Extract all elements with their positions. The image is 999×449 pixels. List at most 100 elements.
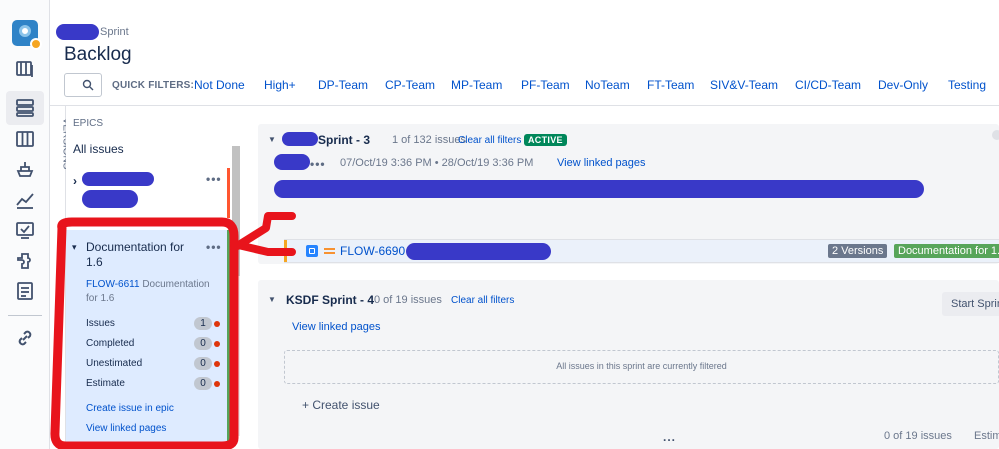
story-type-icon [306,245,318,257]
all-issues-item[interactable]: All issues [73,142,124,156]
sprint-footer-count: 0 of 19 issues [884,430,952,442]
status-dot-icon [214,361,220,367]
quick-filter-dp-team[interactable]: DP-Team [318,78,368,92]
components-icon[interactable] [14,250,36,272]
roadmap-icon[interactable] [14,58,36,80]
quick-filter-sivv-team[interactable]: SIV&V-Team [710,78,778,92]
stat-count-badge: 0 [194,377,212,390]
quick-filter-cicd-team[interactable]: CI/CD-Team [795,78,861,92]
redacted-sprint-goal [274,154,310,170]
stat-label: Completed [86,338,135,349]
quick-filter-mp-team[interactable]: MP-Team [451,78,502,92]
clear-all-filters-link[interactable]: Clear all filters [451,295,514,306]
quick-filter-testing[interactable]: Testing [948,78,986,92]
redacted-sprint-description [274,180,924,198]
chevron-down-icon[interactable]: ▾ [72,242,77,253]
backlog-icon[interactable] [14,97,36,119]
quick-filter-not-done[interactable]: Not Done [194,78,245,92]
clear-all-filters-link[interactable]: Clear all filters [458,135,521,146]
quick-filter-dev-only[interactable]: Dev-Only [878,78,928,92]
breadcrumb[interactable]: Sprint [100,26,129,38]
epic-key-link[interactable]: FLOW-6611 [86,279,140,290]
project-avatar-icon [19,25,31,37]
view-linked-pages-link[interactable]: View linked pages [86,423,166,434]
search-input[interactable] [64,73,102,97]
epics-panel: EPICS All issues › ••• ▾ Documentation f… [66,106,242,449]
view-linked-pages-link[interactable]: View linked pages [292,321,380,333]
stat-count-badge: 1 [194,317,212,330]
sprint-name[interactable]: KSDF Sprint - 4 [286,293,374,307]
epics-scrollbar[interactable] [232,146,240,436]
epic-stat-completed: Completed 0 [86,337,220,351]
sprint-container-future: ▼ KSDF Sprint - 4 0 of 19 issues Clear a… [258,280,999,449]
sprint-dates: 07/Oct/19 3:36 PM • 28/Oct/19 3:36 PM [340,157,534,169]
nav-divider [8,315,42,316]
search-icon [82,79,94,91]
redacted-issue-summary [406,243,551,260]
quick-filters-label: QUICK FILTERS: [112,80,195,91]
status-badge: ACTIVE [524,134,567,146]
stat-label: Unestimated [86,358,143,369]
quick-filter-cp-team[interactable]: CP-Team [385,78,435,92]
quick-filter-high[interactable]: High+ [264,78,296,92]
notification-badge-icon [30,38,42,50]
issue-key-link[interactable]: FLOW-6690 [340,244,405,258]
sprint-name[interactable]: Sprint - 3 [318,133,370,147]
releases-icon[interactable] [14,158,36,180]
sprint-options-toggle[interactable] [992,130,999,140]
stat-count-badge: 0 [194,357,212,370]
sprint-container-active: ▼ Sprint - 3 1 of 132 issues Clear all f… [258,124,999,264]
pages-icon[interactable] [14,280,36,302]
priority-medium-icon [324,248,335,254]
quick-filter-pf-team[interactable]: PF-Team [521,78,570,92]
stat-count-badge: 0 [194,337,212,350]
epic-name: Documentation for 1.6 [86,240,185,269]
issue-priority-border [284,240,287,262]
epics-header: EPICS [73,118,104,129]
empty-filtered-message: All issues in this sprint are currently … [556,361,727,371]
sprint-drop-zone[interactable]: All issues in this sprint are currently … [284,350,999,384]
versions-panel-tab[interactable]: VERSIONS [50,106,71,449]
sprint-issue-count: 1 of 132 issues [392,134,466,146]
chevron-right-icon[interactable]: › [73,174,77,188]
view-linked-pages-link[interactable]: View linked pages [557,157,645,169]
more-options-icon[interactable]: ••• [206,172,222,186]
redacted-project-name [56,24,99,40]
reports-icon[interactable] [14,189,36,211]
backlog-main: ▼ Sprint - 3 1 of 132 issues Clear all f… [242,106,999,449]
link-icon[interactable] [14,327,36,349]
issues-icon[interactable] [14,219,36,241]
redacted-epic-name [82,172,154,186]
sprint-footer-estimate: Estimate [974,430,999,442]
epic-key-summary: FLOW-6611 Documentation for 1.6 [86,278,216,306]
epic-stat-unestimated: Unestimated 0 [86,357,220,371]
status-dot-icon [214,321,220,327]
chevron-down-icon[interactable]: ▼ [268,135,276,144]
create-issue-in-epic-link[interactable]: Create issue in epic [86,403,174,414]
versions-badge[interactable]: 2 Versions [828,244,888,258]
more-options-icon[interactable]: ••• [206,240,222,254]
chevron-down-icon[interactable]: ▼ [268,295,276,304]
quick-filter-ft-team[interactable]: FT-Team [647,78,694,92]
create-issue-button[interactable]: + Create issue [302,398,380,412]
project-avatar[interactable] [12,20,42,50]
status-dot-icon [214,341,220,347]
start-sprint-button[interactable]: Start Sprint [942,292,999,316]
sprint-issue-count: 0 of 19 issues [374,294,442,306]
epic-item-documentation[interactable]: ▾ Documentation for 1.6 ••• FLOW-6611 Do… [66,230,230,442]
board-icon[interactable] [14,128,36,150]
scrollbar-thumb[interactable] [232,146,240,276]
epic-item-redacted[interactable]: › ••• [66,168,230,218]
more-options-icon[interactable]: ... [663,430,676,444]
quick-filter-noteam[interactable]: NoTeam [585,78,630,92]
epic-lozenge[interactable]: Documentation for 1.6 [894,244,999,258]
stat-label: Issues [86,318,115,329]
epic-stat-estimate: Estimate 0 [86,377,220,391]
page-title: Backlog [64,44,132,65]
issue-row[interactable]: FLOW-6690 2 Versions Documentation for 1… [284,239,999,263]
epic-stat-issues: Issues 1 [86,317,220,331]
redacted-sprint-prefix [282,132,318,146]
stat-label: Estimate [86,378,125,389]
more-options-icon[interactable]: ••• [310,157,326,171]
global-sidebar [0,0,50,449]
